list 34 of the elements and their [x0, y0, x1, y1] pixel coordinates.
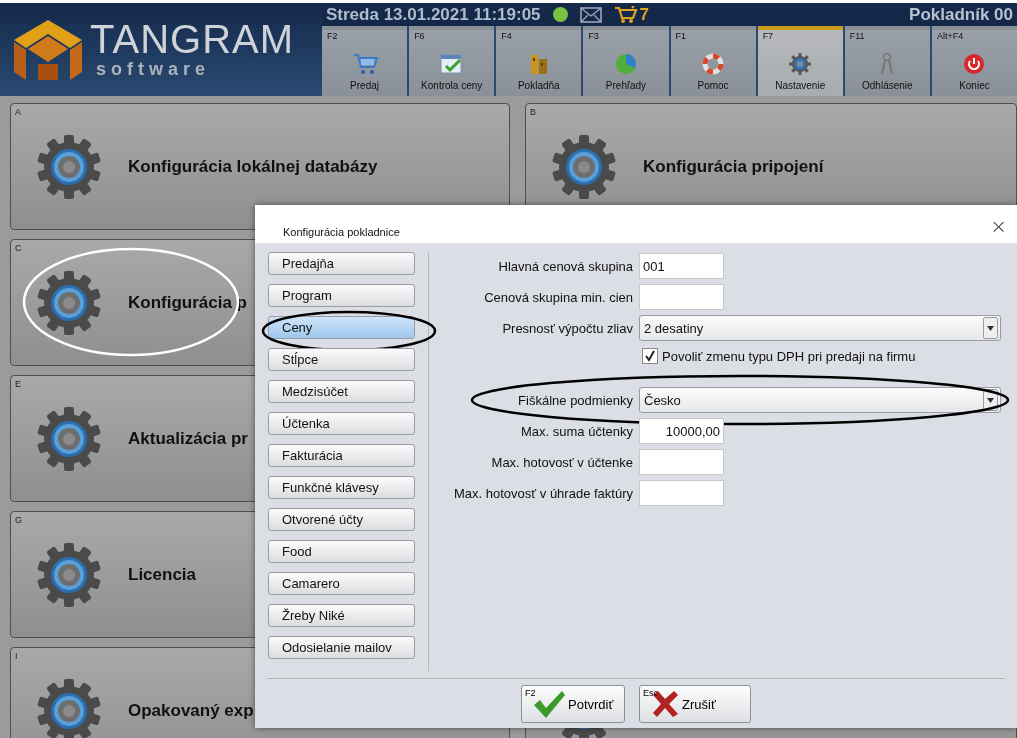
tile-title: Aktualizácia pr: [128, 428, 248, 449]
tile-shortcut: A: [15, 107, 21, 117]
date-time: Streda 13.01.2021 11:19:05: [326, 4, 541, 25]
cart-count: 7: [639, 4, 650, 25]
logo-text: TANGRAM: [90, 19, 295, 59]
shortcut-key: F11: [849, 31, 865, 41]
shortcut-key: F1: [675, 31, 686, 41]
field-label: Hlavná cenová skupina: [497, 258, 633, 274]
tile-title: Licencia: [128, 564, 197, 585]
shortcut-key: F2: [525, 688, 536, 698]
tile-shortcut: B: [530, 107, 536, 117]
tile-shortcut: E: [15, 379, 21, 389]
shortcut-key: F7: [762, 31, 774, 41]
tile-shortcut: C: [15, 243, 22, 253]
tile-shortcut: G: [15, 515, 22, 525]
tile-title: Opakovaný exp: [128, 700, 254, 721]
shortcut-key: F4: [501, 31, 512, 41]
tile-title: Konfigurácia lokálnej databázy: [128, 156, 378, 177]
shortcut-key: F2: [327, 31, 338, 41]
tile-shortcut: I: [15, 651, 18, 661]
field-label: Max. suma účtenky: [520, 423, 633, 439]
shortcut-key: F6: [414, 31, 425, 41]
field-label: Cenová skupina min. cien: [483, 289, 633, 305]
checkbox-label: Povoliť zmenu typu DPH pri predaji na firmu: [662, 348, 916, 364]
field-label: Presnosť výpočtu zliav: [501, 320, 633, 336]
logo-tagline: software: [95, 59, 212, 80]
field-label: Max. hotovosť v úhrade faktúry: [452, 485, 633, 501]
shortcut-key: F3: [588, 31, 599, 41]
field-label: Max. hotovosť v účtenke: [490, 454, 633, 470]
field-label: Fiškálne podmienky: [517, 392, 633, 408]
shortcut-key: Alt+F4: [936, 31, 964, 41]
cashier-name: Pokladník 00: [909, 4, 1013, 25]
tile-title: Konfigurácia pripojení: [643, 156, 824, 177]
shortcut-key: Esc: [643, 688, 658, 698]
